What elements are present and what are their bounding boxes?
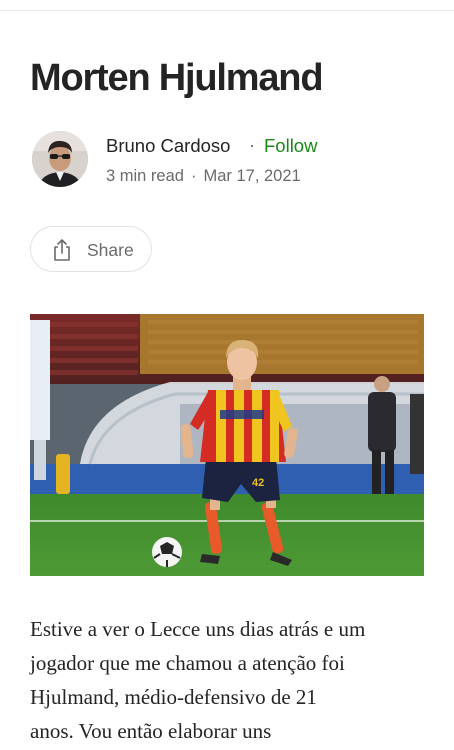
hero-image: 42 [30, 314, 424, 576]
share-button[interactable]: Share [30, 226, 152, 272]
article-meta: 3 min read · Mar 17, 2021 [106, 167, 301, 186]
share-icon [54, 239, 70, 261]
follow-button[interactable]: Follow [264, 135, 317, 157]
read-time: 3 min read [106, 167, 184, 185]
jersey-number: 42 [252, 477, 264, 489]
share-label: Share [87, 240, 134, 260]
body-line: jogador que me chamou a atenção foi [30, 651, 345, 675]
avatar-portrait [32, 131, 88, 187]
meta-separator: · [190, 167, 197, 185]
author-byline: Bruno Cardoso · Follow 3 min read · Mar 17… [32, 131, 432, 189]
body-line: Hjulmand, médio-defensivo de 21 [30, 685, 317, 709]
top-divider [0, 10, 454, 11]
body-line: anos. Vou então elaborar uns [30, 719, 272, 743]
byline-separator: · [249, 135, 255, 155]
author-avatar[interactable] [32, 131, 88, 187]
author-name[interactable]: Bruno Cardoso [106, 135, 230, 157]
football-photo: 42 [30, 314, 424, 576]
article-title: Morten Hjulmand [30, 57, 324, 99]
publish-date: Mar 17, 2021 [203, 167, 301, 185]
article-body: Estive a ver o Lecce uns dias atrás e um… [30, 612, 430, 748]
body-line: Estive a ver o Lecce uns dias atrás e um [30, 617, 366, 641]
